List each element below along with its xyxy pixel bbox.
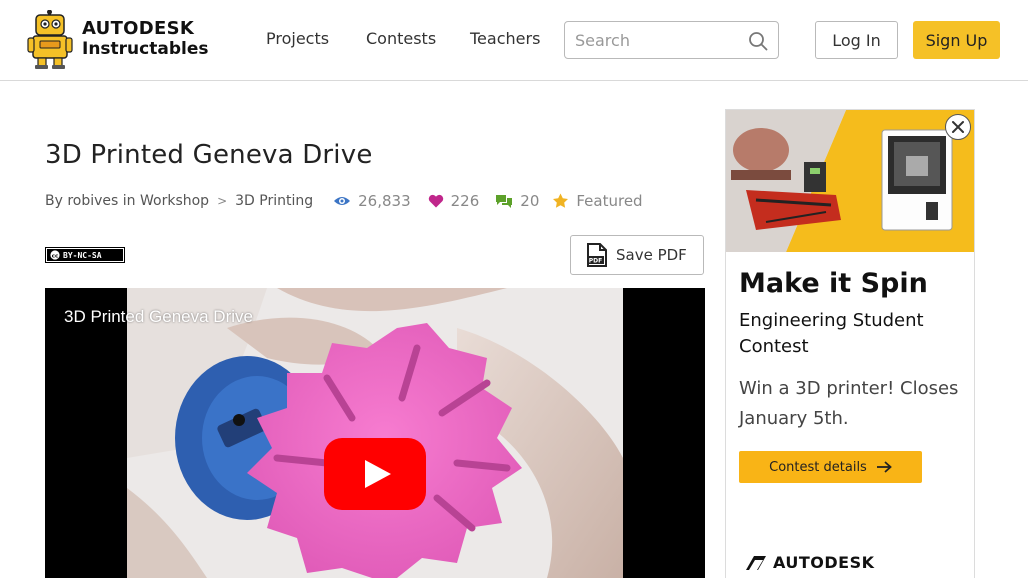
in-label: in	[122, 193, 136, 209]
contest-details-label: Contest details	[769, 459, 867, 475]
save-pdf-button[interactable]: PDF Save PDF	[570, 235, 704, 275]
play-icon[interactable]	[324, 438, 426, 510]
video-player[interactable]: 3D Printed Geneva Drive	[45, 288, 705, 578]
comments-icon	[496, 194, 513, 208]
featured-badge: Featured	[552, 192, 643, 210]
favorites-count: 226	[450, 192, 480, 210]
author-link[interactable]: robives	[67, 193, 118, 209]
comments-stat[interactable]: 20	[495, 192, 539, 210]
search-box	[564, 21, 779, 59]
ad-subhead: Engineering Student Contest	[739, 310, 924, 357]
pdf-icon-text: PDF	[589, 258, 602, 265]
video-thumbnail	[127, 288, 623, 578]
ad-image	[726, 110, 974, 252]
heart-icon	[428, 194, 443, 208]
site-header: AUTODESK Instructables Projects Contests…	[0, 0, 1028, 81]
robot-logo-icon	[27, 10, 73, 69]
ad-brand: AUTODESK	[746, 553, 875, 572]
nav-projects[interactable]: Projects	[266, 29, 329, 48]
breadcrumb-separator: >	[217, 194, 228, 208]
nav-teachers[interactable]: Teachers	[470, 29, 540, 48]
license-label: BY-NC-SA	[63, 251, 102, 260]
views-count: 26,833	[358, 192, 411, 210]
contest-details-button[interactable]: Contest details	[739, 451, 922, 483]
eye-icon	[334, 197, 351, 205]
ad-close-button[interactable]	[945, 114, 971, 140]
favorites-stat[interactable]: 226	[428, 192, 480, 210]
login-button[interactable]: Log In	[815, 21, 898, 59]
ad-headline: Make it Spin	[739, 268, 928, 299]
search-icon[interactable]	[748, 31, 768, 51]
cc-license-icon[interactable]: cc BY-NC-SA	[45, 247, 125, 263]
autodesk-logo-icon	[746, 555, 766, 570]
byline: By robives in Workshop > 3D Printing 26,…	[45, 191, 643, 211]
star-icon	[553, 193, 569, 208]
subcategory-link[interactable]: 3D Printing	[235, 193, 313, 209]
ad-body: Win a 3D printer! Closes January 5th.	[739, 378, 959, 429]
video-title[interactable]: 3D Printed Geneva Drive	[64, 307, 253, 327]
brand-autodesk: AUTODESK	[82, 18, 195, 39]
search-input[interactable]	[575, 30, 735, 50]
page-title: 3D Printed Geneva Drive	[45, 140, 373, 170]
signup-button[interactable]: Sign Up	[913, 21, 1000, 59]
arrow-right-icon	[876, 461, 892, 473]
comments-count: 20	[520, 192, 540, 210]
brand-instructables: Instructables	[82, 39, 209, 59]
pdf-icon: PDF	[587, 243, 607, 267]
close-icon	[952, 121, 964, 133]
featured-label: Featured	[576, 192, 643, 210]
views-stat: 26,833	[333, 192, 411, 210]
category-link[interactable]: Workshop	[140, 193, 209, 209]
save-pdf-label: Save PDF	[616, 246, 687, 264]
instructables-logo[interactable]: AUTODESK Instructables	[27, 10, 209, 70]
contest-ad[interactable]: Make it Spin Engineering Student Contest…	[725, 109, 975, 578]
nav-contests[interactable]: Contests	[366, 29, 436, 48]
svg-text:cc: cc	[52, 253, 59, 259]
by-label: By	[45, 193, 63, 209]
ad-brand-label: AUTODESK	[773, 553, 875, 572]
